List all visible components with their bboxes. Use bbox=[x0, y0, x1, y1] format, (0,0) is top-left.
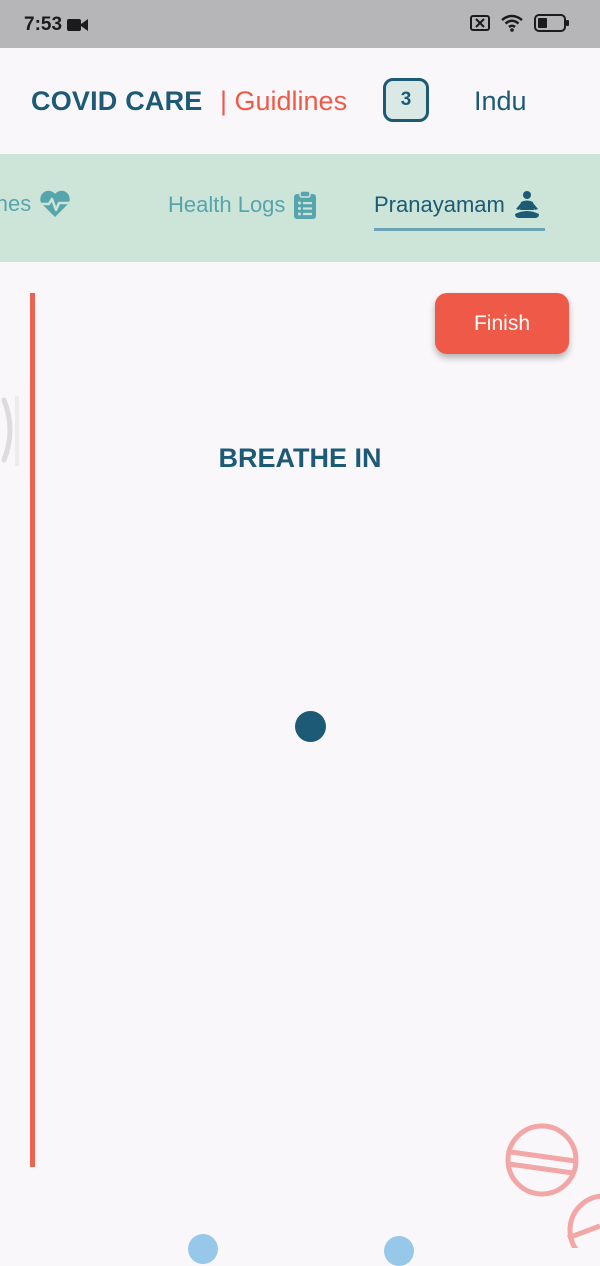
battery-icon bbox=[534, 14, 569, 32]
status-icons bbox=[470, 13, 570, 33]
finish-button[interactable]: Finish bbox=[435, 293, 569, 354]
breath-indicator bbox=[295, 711, 326, 742]
breath-instruction: BREATHE IN bbox=[218, 443, 382, 473]
decorative-bubble bbox=[188, 1234, 218, 1264]
status-time: 7:53 bbox=[24, 14, 63, 35]
tab-label: Pranayamam bbox=[374, 192, 505, 217]
tab-guidelines[interactable]: lines bbox=[0, 190, 71, 218]
app-title: COVID CARE bbox=[31, 86, 203, 116]
tab-health-logs[interactable]: Health Logs bbox=[168, 190, 317, 220]
app-header: COVID CARE | Guidlines 3 Indu bbox=[0, 48, 600, 154]
section-title: | Guidlines bbox=[220, 86, 348, 116]
clipboard-list-icon bbox=[294, 190, 317, 219]
tab-pranayamam[interactable]: Pranayamam bbox=[374, 190, 541, 220]
heart-pulse-icon bbox=[40, 190, 70, 217]
no-entry-sign-icon bbox=[567, 1193, 600, 1248]
tab-bar: lines Health Logs Pranayamam bbox=[0, 154, 600, 262]
tab-label: Health Logs bbox=[168, 192, 286, 217]
decorative-bubble bbox=[384, 1236, 414, 1266]
status-bar: 7:53 bbox=[0, 0, 600, 48]
video-camera-icon bbox=[67, 19, 88, 31]
user-name[interactable]: Indu bbox=[474, 86, 527, 117]
tab-label: lines bbox=[0, 191, 32, 216]
count-badge[interactable]: 3 bbox=[383, 78, 429, 122]
meditation-icon bbox=[514, 191, 539, 218]
progress-line bbox=[30, 293, 35, 1167]
wifi-icon bbox=[501, 14, 523, 32]
no-sim-icon bbox=[470, 15, 490, 31]
active-tab-indicator bbox=[374, 228, 545, 231]
